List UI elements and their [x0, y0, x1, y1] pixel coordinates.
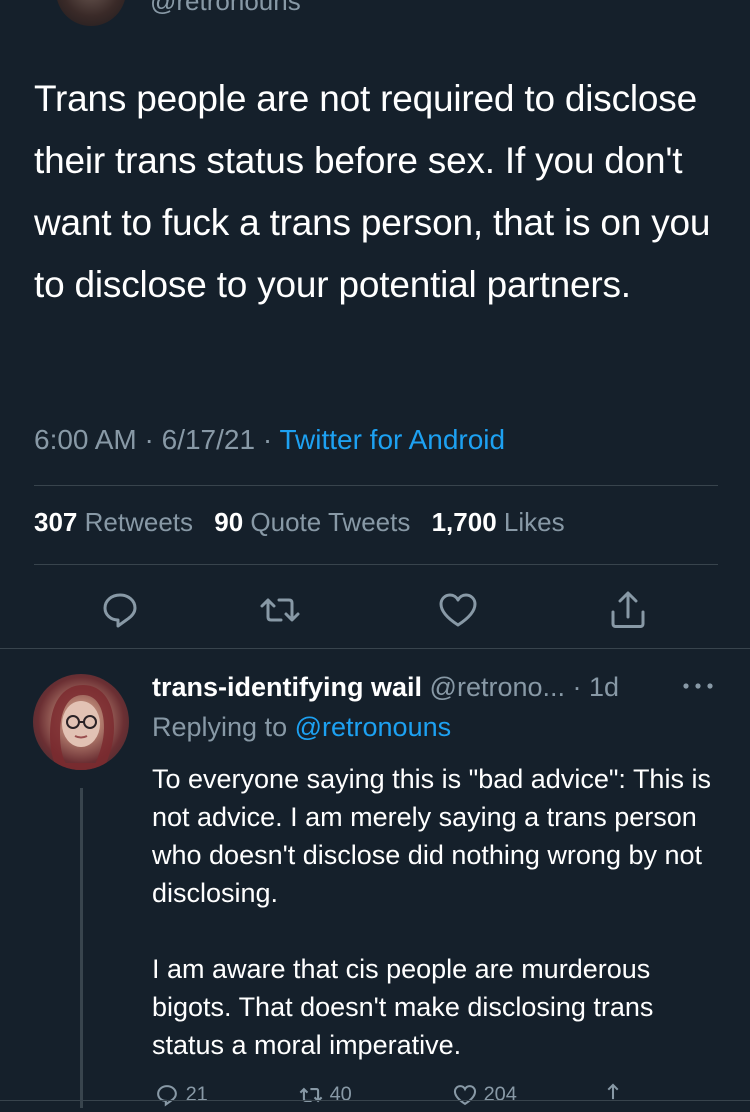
author-handle[interactable]: @retronouns: [150, 0, 301, 17]
reply-retweet-button[interactable]: 40: [298, 1082, 352, 1108]
reply-like-button[interactable]: 204: [452, 1082, 517, 1108]
reply-icon: [103, 593, 137, 628]
more-icon: [683, 683, 713, 689]
reply-paragraph: To everyone saying this is "bad advice":…: [152, 764, 711, 908]
share-icon: [611, 591, 645, 628]
reply-paragraph: I am aware that cis people are murderous…: [152, 954, 654, 1060]
reply-reply-button[interactable]: 21: [154, 1082, 208, 1108]
reply-icon: [157, 1085, 177, 1107]
reply-age: 1d: [589, 672, 620, 702]
likes-stat[interactable]: 1,700 Likes: [432, 507, 565, 537]
meta-separator: ·: [262, 424, 280, 455]
like-icon: [453, 1085, 477, 1106]
replying-to-label: Replying to: [152, 712, 288, 742]
share-icon: [607, 1083, 619, 1100]
divider: [0, 648, 750, 649]
thread-line: [80, 788, 83, 1108]
likes-label: Likes: [503, 507, 565, 537]
reply-retweet-count: 40: [329, 1083, 352, 1106]
tweet-time: 6:00 AM: [34, 424, 137, 455]
replying-to: Replying to @retronouns: [152, 712, 451, 743]
reply-reply-count: 21: [185, 1083, 208, 1106]
reply-text: To everyone saying this is "bad advice":…: [152, 760, 732, 1064]
like-button[interactable]: [436, 588, 480, 632]
more-options-button[interactable]: [680, 676, 716, 696]
replying-to-handle[interactable]: @retronouns: [295, 712, 452, 742]
divider: [0, 1100, 750, 1101]
reply-header: trans-identifying wail @retrono... · 1d: [152, 672, 619, 703]
reply-like-count: 204: [483, 1083, 517, 1106]
quote-tweets-stat[interactable]: 90 Quote Tweets: [214, 507, 410, 537]
retweet-icon: [299, 1087, 323, 1103]
reply-avatar[interactable]: [33, 674, 129, 770]
reply-author-handle[interactable]: @retrono...: [430, 672, 565, 702]
avatar-face-icon: [49, 684, 115, 770]
tweet-stats: 307 Retweets 90 Quote Tweets 1,700 Likes: [34, 507, 565, 538]
quote-tweets-label: Quote Tweets: [250, 507, 411, 537]
tweet-actions: [0, 588, 750, 632]
retweet-button[interactable]: [258, 588, 302, 632]
retweets-stat[interactable]: 307 Retweets: [34, 507, 193, 537]
divider: [34, 485, 718, 486]
quote-tweets-count: 90: [214, 507, 244, 537]
divider: [34, 564, 718, 565]
tweet-source-link[interactable]: Twitter for Android: [279, 424, 505, 455]
reply-actions: 21 40 204: [0, 1082, 750, 1112]
reply-button[interactable]: [98, 588, 142, 632]
reply-author-name[interactable]: trans-identifying wail: [152, 672, 422, 702]
share-button[interactable]: [606, 588, 650, 632]
reply-share-button[interactable]: [600, 1082, 626, 1108]
likes-count: 1,700: [431, 507, 497, 537]
retweets-label: Retweets: [84, 507, 194, 537]
meta-separator: ·: [572, 672, 590, 702]
tweet-meta: 6:00 AM · 6/17/21 · Twitter for Android: [34, 424, 505, 456]
tweet-text: Trans people are not required to disclos…: [34, 78, 711, 305]
like-icon: [439, 593, 477, 627]
author-avatar[interactable]: [56, 0, 126, 26]
meta-separator: ·: [144, 424, 162, 455]
retweets-count: 307: [34, 507, 78, 537]
retweet-icon: [260, 598, 300, 622]
tweet-date: 6/17/21: [161, 424, 256, 455]
